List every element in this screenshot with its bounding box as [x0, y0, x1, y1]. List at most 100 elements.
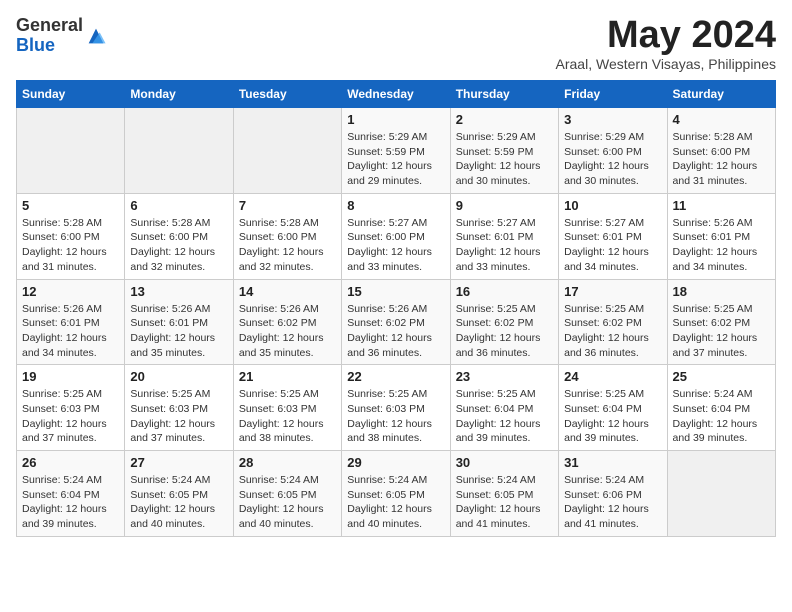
calendar-cell: 8 Sunrise: 5:27 AMSunset: 6:00 PMDaylight…: [342, 193, 450, 279]
location-subtitle: Araal, Western Visayas, Philippines: [556, 56, 776, 72]
day-number: 20: [130, 369, 227, 384]
calendar-week-row: 12Sunrise: 5:26 AMSunset: 6:01 PMDayligh…: [17, 279, 776, 365]
day-number: 24: [564, 369, 661, 384]
calendar-cell: 22 Sunrise: 5:25 AMSunset: 6:03 PMDayligh…: [342, 365, 450, 451]
day-detail: Sunrise: 5:26 AMSunset: 6:02 PMDaylight:…: [239, 302, 336, 361]
calendar-cell: 6 Sunrise: 5:28 AMSunset: 6:00 PMDaylight…: [125, 193, 233, 279]
day-number: 7: [239, 198, 336, 213]
day-detail: Sunrise: 5:25 AMSunset: 6:04 PMDaylight:…: [564, 387, 661, 446]
calendar-week-row: 1 Sunrise: 5:29 AMSunset: 5:59 PMDaylight…: [17, 108, 776, 194]
day-number: 8: [347, 198, 444, 213]
calendar-cell: 21 Sunrise: 5:25 AMSunset: 6:03 PMDayligh…: [233, 365, 341, 451]
calendar-cell: 3 Sunrise: 5:29 AMSunset: 6:00 PMDaylight…: [559, 108, 667, 194]
calendar-cell: 30 Sunrise: 5:24 AMSunset: 6:05 PMDayligh…: [450, 451, 558, 537]
day-header-friday: Friday: [559, 81, 667, 108]
calendar-cell: 1 Sunrise: 5:29 AMSunset: 5:59 PMDaylight…: [342, 108, 450, 194]
calendar-cell: 2 Sunrise: 5:29 AMSunset: 5:59 PMDaylight…: [450, 108, 558, 194]
calendar-cell: 23 Sunrise: 5:25 AMSunset: 6:04 PMDayligh…: [450, 365, 558, 451]
day-number: 5: [22, 198, 119, 213]
day-number: 23: [456, 369, 553, 384]
day-detail: Sunrise: 5:24 AMSunset: 6:04 PMDaylight:…: [673, 387, 770, 446]
calendar-cell: 5 Sunrise: 5:28 AMSunset: 6:00 PMDaylight…: [17, 193, 125, 279]
calendar-cell: 28 Sunrise: 5:24 AMSunset: 6:05 PMDayligh…: [233, 451, 341, 537]
day-detail: Sunrise: 5:24 AMSunset: 6:04 PMDaylight:…: [22, 473, 119, 532]
calendar-table: SundayMondayTuesdayWednesdayThursdayFrid…: [16, 80, 776, 537]
day-header-monday: Monday: [125, 81, 233, 108]
day-number: 28: [239, 455, 336, 470]
day-detail: Sunrise: 5:25 AMSunset: 6:04 PMDaylight:…: [456, 387, 553, 446]
day-number: 3: [564, 112, 661, 127]
calendar-cell: 4Sunrise: 5:28 AMSunset: 6:00 PMDaylight…: [667, 108, 775, 194]
day-detail: Sunrise: 5:25 AMSunset: 6:03 PMDaylight:…: [239, 387, 336, 446]
day-number: 26: [22, 455, 119, 470]
day-detail: Sunrise: 5:25 AMSunset: 6:03 PMDaylight:…: [130, 387, 227, 446]
day-detail: Sunrise: 5:26 AMSunset: 6:01 PMDaylight:…: [22, 302, 119, 361]
logo: General Blue: [16, 16, 107, 56]
day-detail: Sunrise: 5:25 AMSunset: 6:03 PMDaylight:…: [347, 387, 444, 446]
calendar-cell: 31Sunrise: 5:24 AMSunset: 6:06 PMDayligh…: [559, 451, 667, 537]
calendar-cell: 9Sunrise: 5:27 AMSunset: 6:01 PMDaylight…: [450, 193, 558, 279]
day-detail: Sunrise: 5:26 AMSunset: 6:01 PMDaylight:…: [673, 216, 770, 275]
day-number: 11: [673, 198, 770, 213]
day-number: 17: [564, 284, 661, 299]
day-detail: Sunrise: 5:28 AMSunset: 6:00 PMDaylight:…: [130, 216, 227, 275]
day-number: 21: [239, 369, 336, 384]
calendar-cell: 12Sunrise: 5:26 AMSunset: 6:01 PMDayligh…: [17, 279, 125, 365]
day-number: 18: [673, 284, 770, 299]
title-block: May 2024 Araal, Western Visayas, Philipp…: [556, 16, 776, 72]
day-detail: Sunrise: 5:24 AMSunset: 6:05 PMDaylight:…: [130, 473, 227, 532]
calendar-cell: 10Sunrise: 5:27 AMSunset: 6:01 PMDayligh…: [559, 193, 667, 279]
day-detail: Sunrise: 5:28 AMSunset: 6:00 PMDaylight:…: [673, 130, 770, 189]
day-header-sunday: Sunday: [17, 81, 125, 108]
day-number: 27: [130, 455, 227, 470]
calendar-cell: 26 Sunrise: 5:24 AMSunset: 6:04 PMDayligh…: [17, 451, 125, 537]
day-number: 6: [130, 198, 227, 213]
day-detail: Sunrise: 5:29 AMSunset: 5:59 PMDaylight:…: [347, 130, 444, 189]
day-detail: Sunrise: 5:26 AMSunset: 6:01 PMDaylight:…: [130, 302, 227, 361]
day-detail: Sunrise: 5:25 AMSunset: 6:03 PMDaylight:…: [22, 387, 119, 446]
day-number: 10: [564, 198, 661, 213]
logo-icon: [85, 25, 107, 47]
calendar-cell: 14Sunrise: 5:26 AMSunset: 6:02 PMDayligh…: [233, 279, 341, 365]
logo-blue-text: Blue: [16, 35, 55, 55]
calendar-cell: [17, 108, 125, 194]
day-number: 25: [673, 369, 770, 384]
day-detail: Sunrise: 5:27 AMSunset: 6:00 PMDaylight:…: [347, 216, 444, 275]
day-number: 15: [347, 284, 444, 299]
calendar-cell: 19 Sunrise: 5:25 AMSunset: 6:03 PMDayligh…: [17, 365, 125, 451]
day-detail: Sunrise: 5:25 AMSunset: 6:02 PMDaylight:…: [456, 302, 553, 361]
day-detail: Sunrise: 5:24 AMSunset: 6:05 PMDaylight:…: [456, 473, 553, 532]
day-detail: Sunrise: 5:29 AMSunset: 6:00 PMDaylight:…: [564, 130, 661, 189]
day-header-saturday: Saturday: [667, 81, 775, 108]
day-number: 22: [347, 369, 444, 384]
day-detail: Sunrise: 5:24 AMSunset: 6:06 PMDaylight:…: [564, 473, 661, 532]
calendar-header-row: SundayMondayTuesdayWednesdayThursdayFrid…: [17, 81, 776, 108]
day-detail: Sunrise: 5:28 AMSunset: 6:00 PMDaylight:…: [22, 216, 119, 275]
calendar-cell: 24 Sunrise: 5:25 AMSunset: 6:04 PMDayligh…: [559, 365, 667, 451]
month-title: May 2024: [556, 16, 776, 54]
day-detail: Sunrise: 5:27 AMSunset: 6:01 PMDaylight:…: [456, 216, 553, 275]
day-number: 1: [347, 112, 444, 127]
day-number: 30: [456, 455, 553, 470]
calendar-cell: 20 Sunrise: 5:25 AMSunset: 6:03 PMDayligh…: [125, 365, 233, 451]
calendar-cell: 13 Sunrise: 5:26 AMSunset: 6:01 PMDayligh…: [125, 279, 233, 365]
calendar-week-row: 26 Sunrise: 5:24 AMSunset: 6:04 PMDayligh…: [17, 451, 776, 537]
page-header: General Blue May 2024 Araal, Western Vis…: [16, 16, 776, 72]
calendar-week-row: 5 Sunrise: 5:28 AMSunset: 6:00 PMDaylight…: [17, 193, 776, 279]
calendar-week-row: 19 Sunrise: 5:25 AMSunset: 6:03 PMDayligh…: [17, 365, 776, 451]
day-number: 13: [130, 284, 227, 299]
day-detail: Sunrise: 5:25 AMSunset: 6:02 PMDaylight:…: [564, 302, 661, 361]
day-detail: Sunrise: 5:29 AMSunset: 5:59 PMDaylight:…: [456, 130, 553, 189]
day-number: 29: [347, 455, 444, 470]
day-detail: Sunrise: 5:24 AMSunset: 6:05 PMDaylight:…: [239, 473, 336, 532]
day-number: 2: [456, 112, 553, 127]
calendar-cell: 17 Sunrise: 5:25 AMSunset: 6:02 PMDayligh…: [559, 279, 667, 365]
calendar-cell: 16 Sunrise: 5:25 AMSunset: 6:02 PMDayligh…: [450, 279, 558, 365]
calendar-cell: 11 Sunrise: 5:26 AMSunset: 6:01 PMDayligh…: [667, 193, 775, 279]
day-number: 19: [22, 369, 119, 384]
calendar-cell: 15Sunrise: 5:26 AMSunset: 6:02 PMDayligh…: [342, 279, 450, 365]
calendar-cell: 18Sunrise: 5:25 AMSunset: 6:02 PMDayligh…: [667, 279, 775, 365]
day-number: 16: [456, 284, 553, 299]
logo-general-text: General: [16, 15, 83, 35]
day-header-thursday: Thursday: [450, 81, 558, 108]
